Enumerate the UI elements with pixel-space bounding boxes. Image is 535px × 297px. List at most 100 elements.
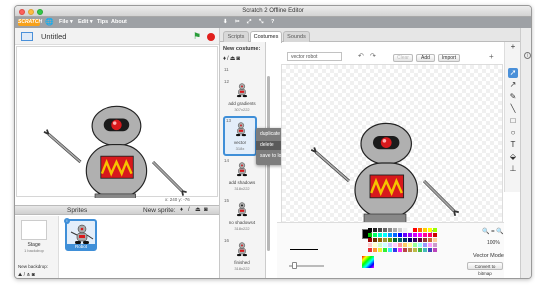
color-swatch[interactable] — [408, 228, 412, 232]
color-swatch[interactable] — [388, 248, 392, 252]
menu-file[interactable]: File ▾ — [59, 17, 73, 28]
stamp-tool-icon[interactable]: ⊥ — [508, 164, 518, 174]
stage[interactable] — [16, 46, 219, 220]
info-icon[interactable]: i — [524, 52, 531, 59]
menu-edit[interactable]: Edit ▾ — [78, 17, 93, 28]
globe-icon[interactable]: 🌐 — [45, 17, 54, 28]
color-swatch[interactable] — [433, 228, 437, 232]
menu-about[interactable]: About — [111, 17, 127, 28]
color-swatch[interactable] — [373, 228, 377, 232]
color-swatch[interactable] — [423, 243, 427, 247]
color-swatch[interactable] — [428, 248, 432, 252]
color-swatch[interactable] — [398, 243, 402, 247]
color-swatch[interactable] — [368, 228, 372, 232]
tab-sounds[interactable]: Sounds — [283, 31, 310, 42]
color-swatch[interactable] — [408, 233, 412, 237]
costume-item[interactable]: 11 — [223, 67, 261, 77]
zoom-controls[interactable]: 🔍 = 🔍 — [482, 228, 504, 235]
convert-to-bitmap-button[interactable]: Convert to bitmap — [467, 262, 503, 276]
color-swatch[interactable] — [398, 228, 402, 232]
set-center-icon[interactable]: + — [489, 52, 494, 61]
zoom-window-button[interactable] — [37, 9, 43, 15]
upload-sprite-icon[interactable]: ⏏ — [195, 206, 201, 215]
pencil-tool-icon[interactable]: ✎ — [508, 92, 518, 102]
costume-item-selected[interactable]: 13 vector 318x — [223, 116, 257, 156]
color-swatch[interactable] — [418, 243, 422, 247]
color-swatch[interactable] — [368, 233, 372, 237]
color-swatch[interactable] — [383, 243, 387, 247]
color-swatch[interactable] — [373, 233, 377, 237]
color-swatch[interactable] — [403, 238, 407, 242]
menu-item-duplicate[interactable]: duplicate — [260, 130, 280, 139]
rectangle-tool-icon[interactable]: □ — [508, 116, 518, 126]
color-swatch[interactable] — [423, 238, 427, 242]
color-swatch[interactable] — [403, 243, 407, 247]
color-swatch[interactable] — [408, 243, 412, 247]
color-swatch[interactable] — [413, 228, 417, 232]
color-swatch[interactable] — [428, 233, 432, 237]
cut-tool-icon[interactable]: ✂ — [235, 17, 240, 28]
color-swatch[interactable] — [383, 233, 387, 237]
color-swatch[interactable] — [368, 238, 372, 242]
stage-thumbnail[interactable] — [21, 220, 47, 240]
color-swatch[interactable] — [383, 228, 387, 232]
color-swatch[interactable] — [433, 238, 437, 242]
color-swatch[interactable] — [408, 238, 412, 242]
costume-item[interactable]: 16 finished 318x222 — [223, 238, 261, 278]
color-swatch[interactable] — [378, 228, 382, 232]
new-backdrop-icons[interactable]: ⛰ / ⏏ ◙ — [18, 272, 35, 278]
color-swatch[interactable] — [403, 228, 407, 232]
color-swatch[interactable] — [403, 248, 407, 252]
new-costume-icons[interactable]: ♦/⏏◙ — [223, 55, 241, 62]
fullscreen-icon[interactable] — [21, 32, 33, 41]
color-swatch[interactable] — [418, 233, 422, 237]
color-swatch[interactable] — [398, 238, 402, 242]
color-swatch[interactable] — [373, 243, 377, 247]
color-swatch[interactable] — [428, 243, 432, 247]
color-swatch[interactable] — [393, 248, 397, 252]
text-tool-icon[interactable]: T — [508, 140, 518, 150]
color-swatch[interactable] — [368, 248, 372, 252]
color-swatch[interactable] — [408, 248, 412, 252]
undo-icon[interactable]: ↶ — [358, 52, 364, 60]
color-swatch[interactable] — [413, 248, 417, 252]
color-swatch[interactable] — [378, 233, 382, 237]
color-swatch[interactable] — [378, 243, 382, 247]
color-picker-icon[interactable] — [362, 256, 374, 268]
color-swatch[interactable] — [423, 233, 427, 237]
slider-handle[interactable] — [292, 262, 297, 269]
canvas-robot[interactable] — [282, 65, 504, 241]
color-swatch[interactable] — [373, 238, 377, 242]
set-center-tool-icon[interactable]: + — [508, 42, 518, 52]
color-swatch[interactable] — [398, 248, 402, 252]
color-swatch[interactable] — [388, 238, 392, 242]
project-name[interactable]: Untitled — [41, 31, 66, 42]
color-swatch[interactable] — [393, 243, 397, 247]
stage-robot[interactable] — [17, 47, 219, 220]
shrink-tool-icon[interactable]: ⤡ — [259, 17, 263, 28]
color-swatch[interactable] — [413, 243, 417, 247]
help-tool-icon[interactable]: ? — [271, 17, 274, 28]
choose-sprite-icon[interactable]: ♦ — [180, 206, 183, 215]
paint-sprite-icon[interactable]: / — [188, 206, 190, 215]
color-swatch[interactable] — [433, 233, 437, 237]
color-swatch[interactable] — [378, 238, 382, 242]
color-swatch[interactable] — [418, 228, 422, 232]
color-swatch[interactable] — [383, 238, 387, 242]
color-swatch[interactable] — [428, 238, 432, 242]
tab-scripts[interactable]: Scripts — [223, 31, 249, 42]
grow-tool-icon[interactable]: ⤢ — [247, 17, 251, 28]
color-swatch[interactable] — [373, 248, 377, 252]
costume-item[interactable]: 12 add gradients 307x222 — [223, 79, 261, 119]
costume-name-input[interactable]: vector robot — [287, 52, 342, 61]
sprite-tile-robot[interactable]: i Robot — [64, 218, 97, 251]
color-swatch[interactable] — [393, 233, 397, 237]
minimize-window-button[interactable] — [28, 9, 34, 15]
camera-sprite-icon[interactable]: ◙ — [204, 206, 208, 215]
duplicate-tool-icon[interactable]: ⬇ — [223, 17, 228, 28]
color-swatch[interactable] — [388, 228, 392, 232]
redo-icon[interactable]: ↷ — [370, 52, 376, 60]
color-swatch[interactable] — [428, 228, 432, 232]
color-swatch[interactable] — [433, 248, 437, 252]
fill-tool-icon[interactable]: ⬙ — [508, 152, 518, 162]
